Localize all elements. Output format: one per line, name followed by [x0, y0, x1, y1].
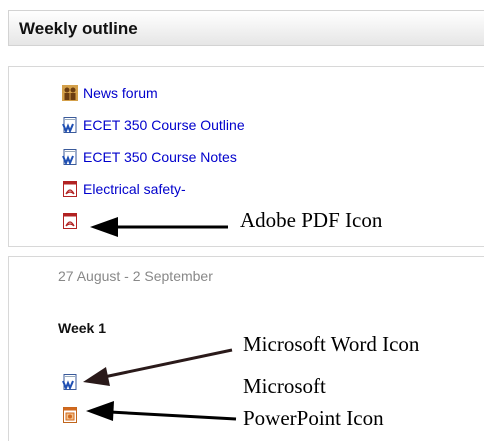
annotation-arrows [83, 217, 237, 421]
pdf-arrow [90, 217, 228, 237]
ppt-arrow [86, 401, 237, 421]
word-arrow [83, 348, 233, 386]
